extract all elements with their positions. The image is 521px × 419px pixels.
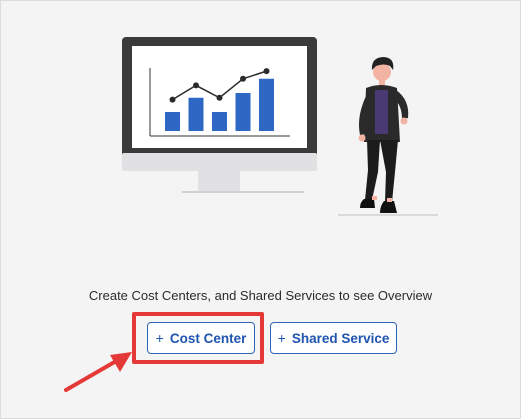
mini-chart-point <box>240 75 246 82</box>
mini-chart-point <box>216 94 223 101</box>
add-cost-center-button[interactable]: + Cost Center <box>147 322 255 354</box>
person-figure <box>338 57 438 216</box>
mini-chart-bar <box>259 78 274 131</box>
red-arrow-icon <box>64 352 132 392</box>
mini-chart-bar <box>188 97 204 131</box>
mini-chart-bar <box>165 112 180 131</box>
mini-chart-bar <box>235 93 251 131</box>
mini-chart-bar <box>212 112 227 131</box>
plus-icon: + <box>155 330 164 346</box>
plus-icon: + <box>277 330 286 346</box>
empty-state-illustration <box>122 37 438 216</box>
empty-state-message: Create Cost Centers, and Shared Services… <box>88 288 433 303</box>
mini-chart-point <box>193 82 199 89</box>
add-cost-center-label: Cost Center <box>169 330 247 346</box>
mini-chart-point <box>169 96 176 103</box>
add-shared-service-label: Shared Service <box>291 330 390 346</box>
mini-chart-point <box>263 68 270 75</box>
add-shared-service-button[interactable]: + Shared Service <box>270 322 397 354</box>
